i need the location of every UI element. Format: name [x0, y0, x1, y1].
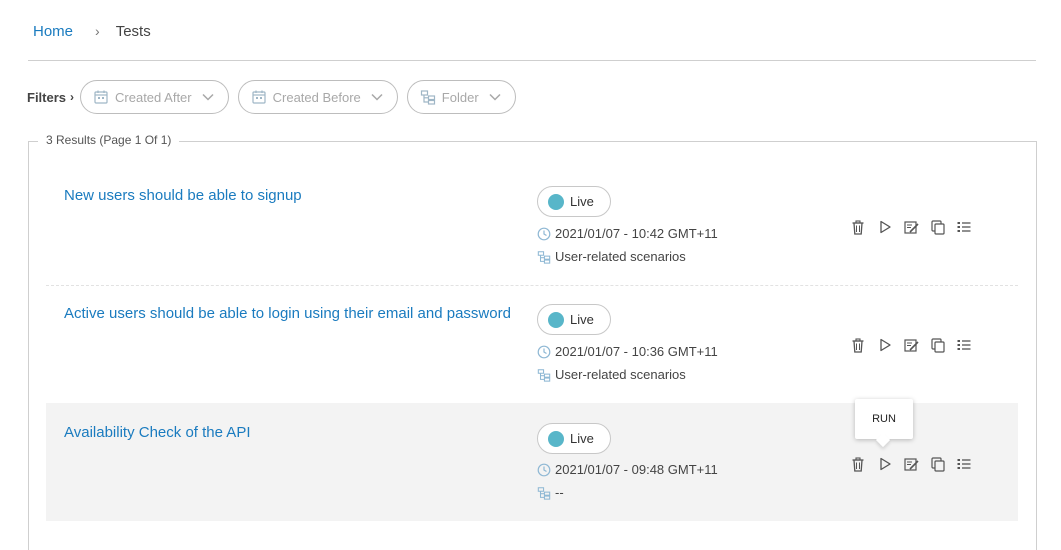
chevron-down-icon	[489, 93, 501, 101]
folder-name: --	[555, 485, 564, 500]
folder-tree-icon	[537, 486, 551, 500]
trash-icon[interactable]	[850, 337, 866, 353]
status-label: Live	[570, 194, 594, 209]
status-dot	[548, 193, 564, 210]
chevron-right-icon: ›	[95, 23, 100, 39]
status-dot	[548, 430, 564, 447]
clock-icon	[537, 463, 551, 477]
folder-name: User-related scenarios	[555, 367, 686, 382]
timestamp: 2021/01/07 - 10:36 GMT+11	[537, 344, 718, 359]
folder: User-related scenarios	[537, 249, 686, 264]
status-badge: Live	[537, 186, 611, 217]
play-icon[interactable]	[877, 456, 893, 472]
row-actions	[850, 337, 983, 353]
row-actions	[850, 456, 983, 472]
chevron-down-icon	[202, 93, 214, 101]
test-title-link[interactable]: Availability Check of the API	[64, 424, 251, 441]
edit-icon[interactable]	[903, 456, 919, 472]
filter-folder[interactable]: Folder	[406, 80, 516, 114]
calendar-icon	[251, 89, 267, 105]
timestamp: 2021/01/07 - 09:48 GMT+11	[537, 462, 718, 477]
folder: User-related scenarios	[537, 367, 686, 382]
list-icon[interactable]	[956, 219, 972, 235]
run-tooltip: RUN	[855, 399, 913, 439]
status-label: Live	[570, 312, 594, 327]
results-summary: 3 Results (Page 1 Of 1)	[38, 131, 180, 149]
breadcrumb-current: Tests	[115, 22, 151, 40]
folder-tree-icon	[420, 89, 436, 105]
folder-tree-icon	[537, 250, 551, 264]
clock-icon	[537, 345, 551, 359]
copy-icon[interactable]	[930, 337, 946, 353]
chevron-right-icon: ›	[70, 90, 75, 104]
list-icon[interactable]	[956, 456, 972, 472]
status-badge: Live	[537, 423, 611, 454]
filters-toggle[interactable]: Filters ›	[27, 90, 74, 105]
status-label: Live	[570, 431, 594, 446]
row-actions	[850, 219, 983, 235]
status-badge: Live	[537, 304, 611, 335]
timestamp: 2021/01/07 - 10:42 GMT+11	[537, 226, 718, 241]
chevron-down-icon	[371, 93, 383, 101]
filters-bar: Filters › Created After Created Before F…	[27, 80, 525, 114]
filter-label: Created Before	[272, 89, 361, 105]
divider	[28, 60, 1036, 61]
edit-icon[interactable]	[903, 337, 919, 353]
folder: --	[537, 485, 564, 500]
status-dot	[548, 311, 564, 328]
copy-icon[interactable]	[930, 219, 946, 235]
calendar-icon	[93, 89, 109, 105]
copy-icon[interactable]	[930, 456, 946, 472]
folder-tree-icon	[537, 368, 551, 382]
test-row: New users should be able to signup Live …	[46, 167, 1018, 285]
trash-icon[interactable]	[850, 219, 866, 235]
filter-label: Created After	[115, 89, 192, 105]
trash-icon[interactable]	[850, 456, 866, 472]
timestamp-text: 2021/01/07 - 10:42 GMT+11	[555, 226, 718, 241]
filters-label: Filters	[27, 89, 67, 105]
breadcrumb: Home › Tests	[33, 20, 151, 42]
test-title-link[interactable]: Active users should be able to login usi…	[64, 305, 511, 322]
list-icon[interactable]	[956, 337, 972, 353]
timestamp-text: 2021/01/07 - 10:36 GMT+11	[555, 344, 718, 359]
timestamp-text: 2021/01/07 - 09:48 GMT+11	[555, 462, 718, 477]
play-icon[interactable]	[877, 219, 893, 235]
filter-created-after[interactable]: Created After	[80, 80, 229, 114]
test-title-link[interactable]: New users should be able to signup	[64, 187, 302, 204]
test-row: Active users should be able to login usi…	[46, 285, 1018, 403]
filter-label: Folder	[441, 89, 479, 105]
play-icon[interactable]	[877, 337, 893, 353]
folder-name: User-related scenarios	[555, 249, 686, 264]
clock-icon	[537, 227, 551, 241]
breadcrumb-home-link[interactable]: Home	[33, 23, 73, 40]
filter-created-before[interactable]: Created Before	[237, 80, 398, 114]
edit-icon[interactable]	[903, 219, 919, 235]
